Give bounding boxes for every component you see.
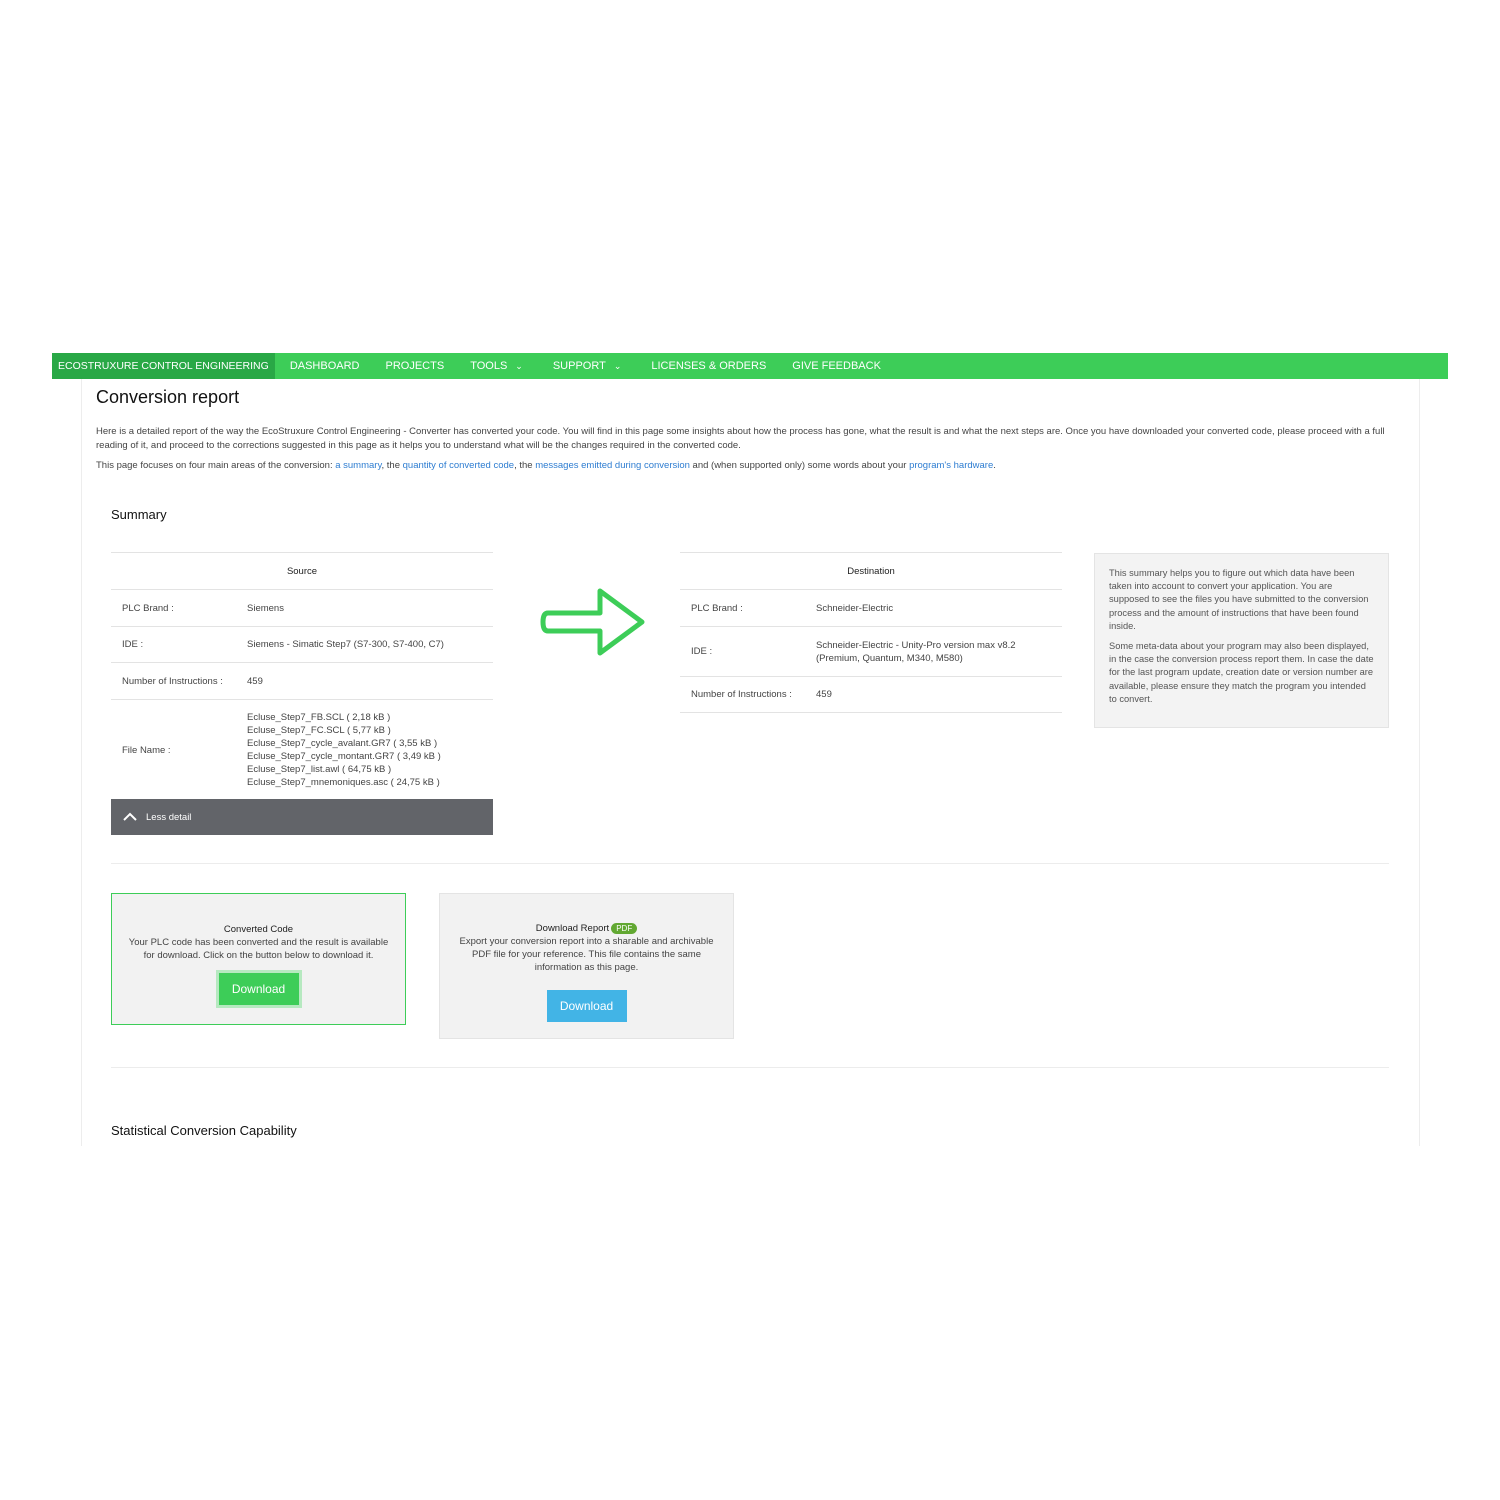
summary-link[interactable]: a summary (335, 460, 381, 471)
converted-code-card: Converted Code Your PLC code has been co… (111, 893, 406, 1025)
stats-title: Statistical Conversion Capability (111, 1123, 297, 1138)
dest-brand-value: Schneider-Electric (816, 602, 894, 614)
chevron-down-icon: ⌄ (515, 360, 523, 371)
file-item: Ecluse_Step7_FC.SCL ( 5,77 kB ) (247, 725, 391, 736)
file-list: Ecluse_Step7_FB.SCL ( 2,18 kB ) Ecluse_S… (247, 711, 441, 789)
source-brand-label: PLC Brand : (122, 602, 174, 614)
less-detail-button[interactable]: Less detail (111, 799, 493, 835)
dest-ide-line2: (Premium, Quantum, M340, M580) (816, 652, 963, 664)
source-ide-value: Siemens - Simatic Step7 (S7-300, S7-400,… (247, 639, 444, 650)
messages-link[interactable]: messages emitted during conversion (535, 460, 690, 471)
divider (111, 1067, 1389, 1068)
source-instr-label: Number of Instructions : (122, 675, 223, 687)
source-ide-label: IDE : (122, 639, 144, 650)
download-report-title: Download Report (535, 923, 610, 934)
file-item: Ecluse_Step7_FB.SCL ( 2,18 kB ) (247, 712, 391, 723)
divider (111, 863, 1389, 864)
download-report-button[interactable]: Download (546, 990, 627, 1022)
file-item: Ecluse_Step7_list.awl ( 64,75 kB ) (247, 764, 392, 775)
nav-support-label: SUPPORT (552, 360, 606, 372)
source-row-ide: IDE : Siemens - Simatic Step7 (S7-300, S… (111, 627, 493, 663)
summary-info-box: This summary helps you to figure out whi… (1094, 553, 1389, 728)
focus-sep1: , the (381, 460, 403, 471)
converted-code-title: Converted Code (223, 924, 294, 935)
source-instr-value: 459 (247, 675, 263, 687)
file-item: Ecluse_Step7_mnemoniques.asc ( 24,75 kB … (247, 777, 440, 788)
download-report-card: Download Report PDF Export your conversio… (439, 893, 734, 1039)
nav-tools[interactable]: TOOLS ⌄ (470, 353, 523, 379)
source-header: Source (111, 552, 493, 590)
focus-sep2: , the (514, 460, 536, 471)
source-row-brand: PLC Brand : Siemens (111, 590, 493, 627)
focus-prefix: This page focuses on four main areas of … (96, 460, 336, 471)
dest-row-brand: PLC Brand : Schneider-Electric (680, 590, 1062, 627)
chevron-down-icon: ⌄ (613, 360, 622, 371)
nav-support[interactable]: SUPPORT ⌄ (553, 353, 622, 379)
dest-ide-label: IDE : (691, 646, 713, 657)
nav-brand[interactable]: ECOSTRUXURE CONTROL ENGINEERING (52, 353, 275, 379)
page-title: Conversion report (96, 387, 240, 407)
download-code-button[interactable]: Download (218, 973, 299, 1005)
focus-sep3: and (when supported only) some words abo… (689, 460, 910, 471)
source-row-files: File Name : Ecluse_Step7_FB.SCL ( 2,18 k… (111, 700, 493, 800)
less-detail-label: Less detail (146, 811, 192, 823)
nav-dashboard[interactable]: DASHBOARD (290, 353, 360, 379)
chevron-up-icon (123, 812, 137, 821)
file-item: Ecluse_Step7_cycle_montant.GR7 ( 3,49 kB… (247, 751, 441, 762)
source-table: Source PLC Brand : Siemens IDE : Siemens… (111, 552, 493, 800)
dest-ide-line1: Schneider-Electric - Unity-Pro version m… (816, 639, 1016, 651)
dest-instr-label: Number of Instructions : (691, 689, 792, 700)
info-paragraph-1: This summary helps you to figure out whi… (1109, 568, 1369, 631)
dest-ide-value: Schneider-Electric - Unity-Pro version m… (816, 639, 1016, 665)
destination-header: Destination (680, 552, 1062, 590)
intro-text: Here is a detailed report of the way the… (96, 426, 1385, 451)
source-row-instructions: Number of Instructions : 459 (111, 663, 493, 700)
pdf-badge: PDF (611, 923, 638, 934)
nav-projects[interactable]: PROJECTS (386, 353, 445, 379)
quantity-link[interactable]: quantity of converted code (403, 460, 514, 471)
download-report-text: Export your conversion report into a sha… (459, 936, 714, 973)
top-nav: ECOSTRUXURE CONTROL ENGINEERING DASHBOAR… (52, 353, 1448, 379)
dest-brand-label: PLC Brand : (691, 602, 743, 614)
source-file-label: File Name : (122, 744, 171, 756)
right-arrow-icon (540, 588, 645, 656)
source-brand-value: Siemens (247, 602, 284, 614)
summary-title: Summary (111, 507, 167, 522)
focus-text: This page focuses on four main areas of … (96, 460, 1396, 471)
destination-table: Destination PLC Brand : Schneider-Electr… (680, 552, 1062, 713)
nav-licenses[interactable]: LICENSES & ORDERS (651, 353, 766, 379)
nav-tools-label: TOOLS (470, 360, 508, 372)
dest-row-instructions: Number of Instructions : 459 (680, 677, 1062, 713)
converted-code-text: Your PLC code has been converted and the… (128, 937, 389, 961)
dest-row-ide: IDE : Schneider-Electric - Unity-Pro ver… (680, 627, 1062, 677)
dest-instr-value: 459 (816, 689, 832, 700)
focus-suffix: . (993, 460, 996, 471)
hardware-link[interactable]: program's hardware (909, 460, 993, 471)
nav-feedback[interactable]: GIVE FEEDBACK (792, 353, 881, 379)
info-paragraph-2: Some meta-data about your program may al… (1109, 641, 1374, 704)
download-report-title-row: Download Report PDF (440, 922, 733, 935)
file-item: Ecluse_Step7_cycle_avalant.GR7 ( 3,55 kB… (247, 738, 438, 749)
